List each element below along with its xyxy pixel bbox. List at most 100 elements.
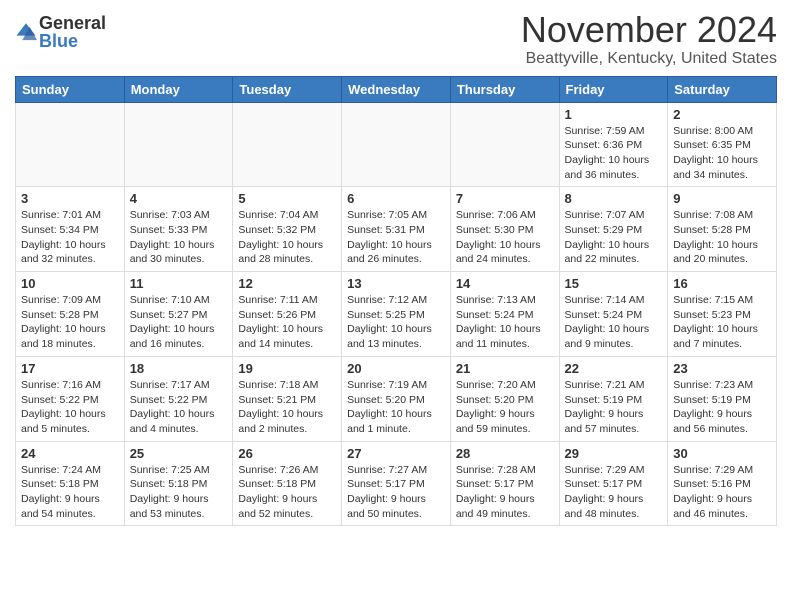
week-row-2: 3 Sunrise: 7:01 AM Sunset: 5:34 PM Daylig… bbox=[16, 187, 777, 272]
logo-general: General bbox=[39, 14, 106, 32]
header-row: Sunday Monday Tuesday Wednesday Thursday… bbox=[16, 76, 777, 102]
day-info: Sunrise: 7:10 AM Sunset: 5:27 PM Dayligh… bbox=[130, 293, 228, 352]
day-number: 6 bbox=[347, 191, 445, 206]
day-info: Sunrise: 7:01 AM Sunset: 5:34 PM Dayligh… bbox=[21, 208, 119, 267]
calendar-cell: 29Sunrise: 7:29 AM Sunset: 5:17 PM Dayli… bbox=[559, 441, 668, 526]
calendar-cell: 28 Sunrise: 7:28 AM Sunset: 5:17 PM Dayli… bbox=[450, 441, 559, 526]
calendar-cell bbox=[16, 102, 125, 187]
day-number: 24 bbox=[21, 446, 119, 461]
day-info: Sunrise: 7:18 AM Sunset: 5:21 PM Dayligh… bbox=[238, 378, 336, 437]
day-number: 17 bbox=[21, 361, 119, 376]
calendar-cell: 2 Sunrise: 8:00 AM Sunset: 6:35 PM Daylig… bbox=[668, 102, 777, 187]
title-area: November 2024 Beattyville, Kentucky, Uni… bbox=[521, 10, 777, 68]
day-info: Sunrise: 7:29 AM Sunset: 5:17 PM Dayligh… bbox=[565, 463, 663, 522]
day-number: 3 bbox=[21, 191, 119, 206]
day-info: Sunrise: 7:25 AM Sunset: 5:18 PM Dayligh… bbox=[130, 463, 228, 522]
calendar-cell: 14 Sunrise: 7:13 AM Sunset: 5:24 PM Dayli… bbox=[450, 272, 559, 357]
calendar-cell: 5 Sunrise: 7:04 AM Sunset: 5:32 PM Daylig… bbox=[233, 187, 342, 272]
calendar-cell: 18 Sunrise: 7:17 AM Sunset: 5:22 PM Dayli… bbox=[124, 356, 233, 441]
calendar-cell: 3 Sunrise: 7:01 AM Sunset: 5:34 PM Daylig… bbox=[16, 187, 125, 272]
day-info: Sunrise: 7:05 AM Sunset: 5:31 PM Dayligh… bbox=[347, 208, 445, 267]
day-info: Sunrise: 7:24 AM Sunset: 5:18 PM Dayligh… bbox=[21, 463, 119, 522]
day-info: Sunrise: 7:11 AM Sunset: 5:26 PM Dayligh… bbox=[238, 293, 336, 352]
calendar-cell: 25 Sunrise: 7:25 AM Sunset: 5:18 PM Dayli… bbox=[124, 441, 233, 526]
day-info: Sunrise: 7:04 AM Sunset: 5:32 PM Dayligh… bbox=[238, 208, 336, 267]
logo-icon bbox=[15, 21, 37, 43]
day-info: Sunrise: 7:28 AM Sunset: 5:17 PM Dayligh… bbox=[456, 463, 554, 522]
day-number: 30 bbox=[673, 446, 771, 461]
calendar-cell: 6 Sunrise: 7:05 AM Sunset: 5:31 PM Daylig… bbox=[342, 187, 451, 272]
day-info: Sunrise: 7:29 AM Sunset: 5:16 PM Dayligh… bbox=[673, 463, 771, 522]
day-number: 9 bbox=[673, 191, 771, 206]
week-row-4: 17 Sunrise: 7:16 AM Sunset: 5:22 PM Dayli… bbox=[16, 356, 777, 441]
calendar-cell: 20 Sunrise: 7:19 AM Sunset: 5:20 PM Dayli… bbox=[342, 356, 451, 441]
day-number: 21 bbox=[456, 361, 554, 376]
calendar-cell: 27 Sunrise: 7:27 AM Sunset: 5:17 PM Dayli… bbox=[342, 441, 451, 526]
day-info: Sunrise: 7:12 AM Sunset: 5:25 PM Dayligh… bbox=[347, 293, 445, 352]
calendar-cell: 13Sunrise: 7:12 AM Sunset: 5:25 PM Dayli… bbox=[342, 272, 451, 357]
day-info: Sunrise: 7:06 AM Sunset: 5:30 PM Dayligh… bbox=[456, 208, 554, 267]
calendar-cell: 24 Sunrise: 7:24 AM Sunset: 5:18 PM Dayli… bbox=[16, 441, 125, 526]
col-saturday: Saturday bbox=[668, 76, 777, 102]
calendar-cell: 26 Sunrise: 7:26 AM Sunset: 5:18 PM Dayli… bbox=[233, 441, 342, 526]
logo-text: General Blue bbox=[39, 14, 106, 50]
calendar-cell: 23Sunrise: 7:23 AM Sunset: 5:19 PM Dayli… bbox=[668, 356, 777, 441]
day-info: Sunrise: 7:07 AM Sunset: 5:29 PM Dayligh… bbox=[565, 208, 663, 267]
day-number: 12 bbox=[238, 276, 336, 291]
day-number: 25 bbox=[130, 446, 228, 461]
calendar-cell: 30 Sunrise: 7:29 AM Sunset: 5:16 PM Dayli… bbox=[668, 441, 777, 526]
logo-area: General Blue bbox=[15, 10, 106, 50]
calendar-cell bbox=[342, 102, 451, 187]
day-number: 4 bbox=[130, 191, 228, 206]
day-number: 26 bbox=[238, 446, 336, 461]
day-info: Sunrise: 7:15 AM Sunset: 5:23 PM Dayligh… bbox=[673, 293, 771, 352]
day-number: 20 bbox=[347, 361, 445, 376]
day-number: 2 bbox=[673, 107, 771, 122]
calendar-cell: 15Sunrise: 7:14 AM Sunset: 5:24 PM Dayli… bbox=[559, 272, 668, 357]
day-info: Sunrise: 7:26 AM Sunset: 5:18 PM Dayligh… bbox=[238, 463, 336, 522]
logo-blue: Blue bbox=[39, 32, 106, 50]
week-row-5: 24 Sunrise: 7:24 AM Sunset: 5:18 PM Dayli… bbox=[16, 441, 777, 526]
week-row-3: 10Sunrise: 7:09 AM Sunset: 5:28 PM Dayli… bbox=[16, 272, 777, 357]
col-sunday: Sunday bbox=[16, 76, 125, 102]
day-number: 15 bbox=[565, 276, 663, 291]
calendar-cell: 10Sunrise: 7:09 AM Sunset: 5:28 PM Dayli… bbox=[16, 272, 125, 357]
month-title: November 2024 bbox=[521, 10, 777, 50]
calendar-cell: 4 Sunrise: 7:03 AM Sunset: 5:33 PM Daylig… bbox=[124, 187, 233, 272]
calendar-cell bbox=[450, 102, 559, 187]
day-info: Sunrise: 8:00 AM Sunset: 6:35 PM Dayligh… bbox=[673, 124, 771, 183]
calendar-cell: 22Sunrise: 7:21 AM Sunset: 5:19 PM Dayli… bbox=[559, 356, 668, 441]
col-wednesday: Wednesday bbox=[342, 76, 451, 102]
col-friday: Friday bbox=[559, 76, 668, 102]
day-number: 5 bbox=[238, 191, 336, 206]
day-number: 1 bbox=[565, 107, 663, 122]
day-info: Sunrise: 7:19 AM Sunset: 5:20 PM Dayligh… bbox=[347, 378, 445, 437]
day-info: Sunrise: 7:21 AM Sunset: 5:19 PM Dayligh… bbox=[565, 378, 663, 437]
col-tuesday: Tuesday bbox=[233, 76, 342, 102]
calendar-cell: 8Sunrise: 7:07 AM Sunset: 5:29 PM Daylig… bbox=[559, 187, 668, 272]
day-number: 14 bbox=[456, 276, 554, 291]
day-info: Sunrise: 7:03 AM Sunset: 5:33 PM Dayligh… bbox=[130, 208, 228, 267]
calendar-cell: 12 Sunrise: 7:11 AM Sunset: 5:26 PM Dayli… bbox=[233, 272, 342, 357]
day-info: Sunrise: 7:59 AM Sunset: 6:36 PM Dayligh… bbox=[565, 124, 663, 183]
day-number: 7 bbox=[456, 191, 554, 206]
day-info: Sunrise: 7:27 AM Sunset: 5:17 PM Dayligh… bbox=[347, 463, 445, 522]
day-number: 28 bbox=[456, 446, 554, 461]
col-monday: Monday bbox=[124, 76, 233, 102]
day-info: Sunrise: 7:16 AM Sunset: 5:22 PM Dayligh… bbox=[21, 378, 119, 437]
day-number: 16 bbox=[673, 276, 771, 291]
day-info: Sunrise: 7:13 AM Sunset: 5:24 PM Dayligh… bbox=[456, 293, 554, 352]
day-info: Sunrise: 7:09 AM Sunset: 5:28 PM Dayligh… bbox=[21, 293, 119, 352]
calendar-cell bbox=[124, 102, 233, 187]
calendar-page: General Blue November 2024 Beattyville, … bbox=[0, 0, 792, 541]
calendar-cell bbox=[233, 102, 342, 187]
calendar-cell: 17 Sunrise: 7:16 AM Sunset: 5:22 PM Dayli… bbox=[16, 356, 125, 441]
day-number: 18 bbox=[130, 361, 228, 376]
day-info: Sunrise: 7:17 AM Sunset: 5:22 PM Dayligh… bbox=[130, 378, 228, 437]
day-number: 27 bbox=[347, 446, 445, 461]
calendar-cell: 21Sunrise: 7:20 AM Sunset: 5:20 PM Dayli… bbox=[450, 356, 559, 441]
day-number: 19 bbox=[238, 361, 336, 376]
calendar-cell: 7 Sunrise: 7:06 AM Sunset: 5:30 PM Daylig… bbox=[450, 187, 559, 272]
calendar-cell: 1 Sunrise: 7:59 AM Sunset: 6:36 PM Daylig… bbox=[559, 102, 668, 187]
calendar-cell: 16 Sunrise: 7:15 AM Sunset: 5:23 PM Dayli… bbox=[668, 272, 777, 357]
